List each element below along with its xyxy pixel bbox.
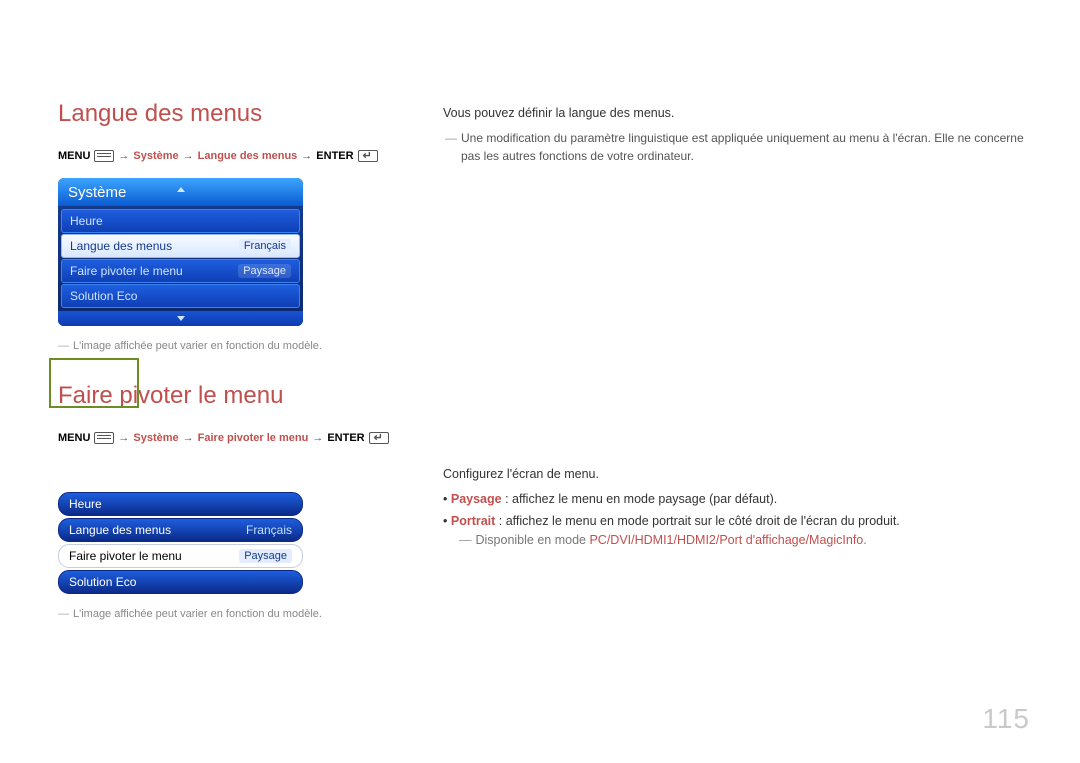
- osd-row-label: Langue des menus: [69, 523, 171, 537]
- desc-note-text: Une modification du paramètre linguistiq…: [461, 129, 1030, 165]
- arrow-icon: →: [183, 150, 194, 162]
- chevron-up-icon[interactable]: [177, 187, 185, 192]
- osd-header: Système: [58, 178, 303, 206]
- desc-intro-2: Configurez l'écran de menu.: [443, 465, 1030, 484]
- bullet-list: Paysage : affichez le menu en mode paysa…: [443, 490, 1030, 550]
- osd-row-langue[interactable]: Langue des menus Français: [61, 234, 300, 258]
- menu-icon: [94, 432, 114, 444]
- bullet-text: : affichez le menu en mode paysage (par …: [502, 492, 778, 506]
- available-modes: PC/DVI/HDMI1/HDMI2/Port d'affichage/Magi…: [589, 533, 863, 547]
- desc-note-1: Une modification du paramètre linguistiq…: [445, 129, 1030, 165]
- osd-row-heure[interactable]: Heure: [58, 492, 303, 516]
- enter-icon: [358, 150, 378, 162]
- osd-row-value: Paysage: [238, 264, 291, 278]
- osd-row-label: Heure: [70, 214, 103, 228]
- section-title-pivoter: Faire pivoter le menu: [58, 382, 408, 410]
- arrow-icon: →: [118, 150, 129, 162]
- osd-row-value: Paysage: [239, 549, 292, 563]
- osd-footer: [58, 311, 303, 326]
- footnote-text: L'image affichée peut varier en fonction…: [73, 340, 322, 352]
- bc-step-systeme: Système: [133, 432, 178, 444]
- desc-intro-1: Vous pouvez définir la langue des menus.: [443, 104, 1030, 123]
- osd-list: Heure Langue des menus Français Faire pi…: [58, 492, 303, 594]
- osd-row-label: Langue des menus: [70, 239, 172, 253]
- breadcrumb-pivoter: MENU → Système → Faire pivoter le menu →…: [58, 432, 408, 444]
- bc-menu-label: MENU: [58, 150, 90, 162]
- bc-menu-label: MENU: [58, 432, 90, 444]
- footnote-text: L'image affichée peut varier en fonction…: [73, 608, 322, 620]
- osd-row-label: Solution Eco: [69, 575, 136, 589]
- bullet-portrait: Portrait : affichez le menu en mode port…: [443, 512, 1030, 550]
- osd-row-label: Heure: [69, 497, 102, 511]
- osd-row-label: Faire pivoter le menu: [69, 549, 182, 563]
- arrow-icon: →: [183, 432, 194, 444]
- osd-header-label: Système: [68, 184, 126, 201]
- page-number: 115: [982, 703, 1030, 735]
- menu-icon: [94, 150, 114, 162]
- osd-row-label: Solution Eco: [70, 289, 137, 303]
- bc-step-langue: Langue des menus: [198, 150, 298, 162]
- bc-enter-label: ENTER: [327, 432, 364, 444]
- bc-enter-label: ENTER: [316, 150, 353, 162]
- arrow-icon: →: [301, 150, 312, 162]
- bullet-kw: Paysage: [451, 492, 502, 506]
- available-post: .: [863, 533, 866, 547]
- breadcrumb-langue: MENU → Système → Langue des menus → ENTE…: [58, 150, 408, 162]
- footnote-2: L'image affichée peut varier en fonction…: [58, 608, 408, 620]
- osd-panel-pivoter: Heure Langue des menus Français Faire pi…: [58, 492, 303, 594]
- bullet-kw: Portrait: [451, 514, 495, 528]
- bullet-text: : affichez le menu en mode portrait sur …: [495, 514, 899, 528]
- bullet-paysage: Paysage : affichez le menu en mode paysa…: [443, 490, 1030, 509]
- arrow-icon: →: [118, 432, 129, 444]
- available-pre: Disponible en mode: [476, 533, 590, 547]
- section-title-langue: Langue des menus: [58, 100, 408, 128]
- osd-row-heure[interactable]: Heure: [61, 209, 300, 233]
- osd-row-eco[interactable]: Solution Eco: [61, 284, 300, 308]
- osd-row-value: Français: [246, 523, 292, 537]
- osd-row-pivoter[interactable]: Faire pivoter le menu Paysage: [58, 544, 303, 568]
- osd-row-label: Faire pivoter le menu: [70, 264, 183, 278]
- arrow-icon: →: [312, 432, 323, 444]
- bc-step-pivoter: Faire pivoter le menu: [198, 432, 309, 444]
- available-note: Disponible en mode PC/DVI/HDMI1/HDMI2/Po…: [459, 531, 1030, 550]
- osd-row-value: Français: [239, 239, 291, 253]
- osd-row-langue[interactable]: Langue des menus Français: [58, 518, 303, 542]
- bc-step-systeme: Système: [133, 150, 178, 162]
- osd-list: Heure Langue des menus Français Faire pi…: [58, 206, 303, 311]
- enter-icon: [369, 432, 389, 444]
- footnote-1: L'image affichée peut varier en fonction…: [58, 340, 408, 352]
- chevron-down-icon[interactable]: [177, 316, 185, 321]
- osd-panel-systeme: Système Heure Langue des menus Français …: [58, 178, 303, 326]
- osd-row-eco[interactable]: Solution Eco: [58, 570, 303, 594]
- osd-row-pivoter[interactable]: Faire pivoter le menu Paysage: [61, 259, 300, 283]
